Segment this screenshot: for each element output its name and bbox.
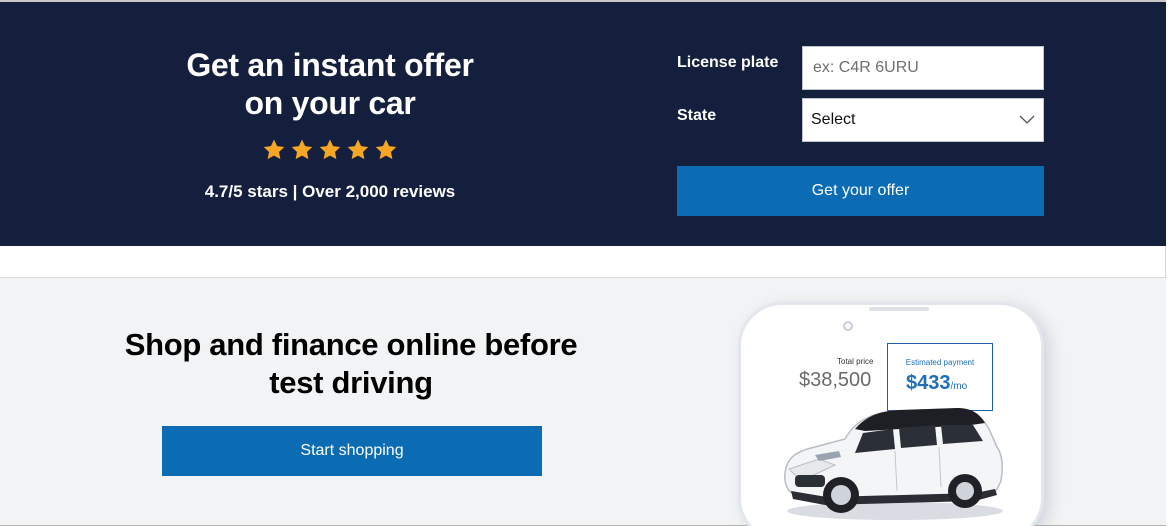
get-offer-button[interactable]: Get your offer: [677, 166, 1044, 216]
state-select[interactable]: Select: [802, 98, 1044, 142]
instant-offer-hero: Get an instant offer on your car 4.7/5 s…: [0, 2, 1166, 246]
phone-mockup: Total price $38,500 Estimated payment $4…: [738, 302, 1044, 526]
estimated-payment-amount: $433: [906, 372, 951, 394]
license-plate-label: License plate: [677, 54, 779, 71]
suv-car-image: [784, 408, 1003, 520]
hero-title: Get an instant offer on your car: [130, 46, 530, 122]
shop-title: Shop and finance online before test driv…: [120, 326, 582, 402]
phone-camera-icon: [843, 321, 853, 331]
star-rating: [262, 138, 402, 164]
estimated-payment-value: $433/mo: [906, 372, 967, 395]
shop-title-line2: test driving: [269, 365, 433, 400]
hero-title-line1: Get an instant offer: [186, 47, 474, 83]
phone-speaker: [869, 307, 929, 311]
star-icon: [263, 139, 285, 160]
state-select-value: Select: [811, 111, 856, 128]
chevron-down-icon: [1019, 115, 1035, 124]
star-icon: [291, 139, 313, 160]
shop-online-section: Shop and finance online before test driv…: [0, 277, 1166, 526]
total-price-label: Total price: [837, 357, 874, 366]
estimated-payment-label: Estimated payment: [905, 358, 975, 367]
license-plate-input[interactable]: [802, 46, 1044, 90]
star-icon: [347, 139, 369, 160]
state-label: State: [677, 107, 717, 124]
total-price-value: $38,500: [799, 369, 872, 391]
star-icon: [375, 139, 397, 160]
estimated-payment-unit: /mo: [950, 381, 968, 392]
star-icon: [319, 139, 341, 160]
hero-title-line2: on your car: [244, 85, 416, 121]
shop-title-line1: Shop and finance online before: [124, 327, 578, 362]
rating-summary: 4.7/5 stars | Over 2,000 reviews: [204, 182, 456, 201]
start-shopping-button[interactable]: Start shopping: [162, 426, 542, 476]
